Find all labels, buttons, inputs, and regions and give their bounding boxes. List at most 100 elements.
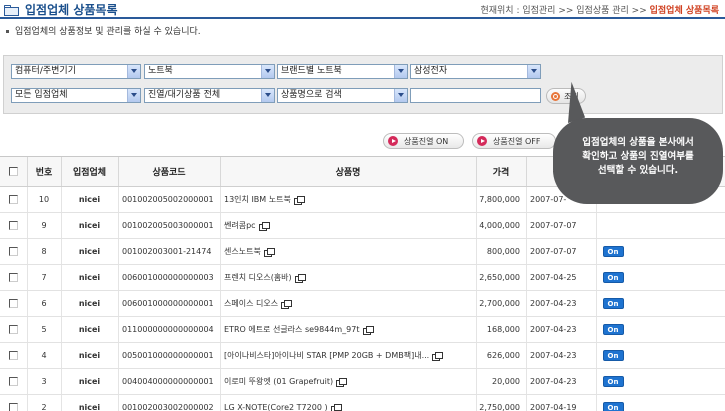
cell-code: 005001000000000001	[122, 351, 214, 360]
bullet-icon	[6, 30, 9, 33]
tooltip-line3: 선택할 수 있습니다.	[597, 165, 679, 176]
table-row: 5 nicei 011000000000000004 ETRO 에트로 선글라스 se…	[0, 317, 725, 343]
cell-code: 006001000000000003	[122, 273, 214, 282]
cell-price: 7,800,000	[479, 195, 520, 204]
chevron-down-icon[interactable]	[261, 65, 274, 78]
chevron-down-icon[interactable]	[527, 65, 540, 78]
cell-price: 626,000	[486, 351, 520, 360]
new-window-icon[interactable]	[362, 325, 374, 335]
row-checkbox-cell	[0, 239, 27, 264]
product-name-link[interactable]: 센스노트북	[224, 246, 261, 257]
chevron-down-icon[interactable]	[127, 65, 140, 78]
category2-select[interactable]: 노트북	[144, 64, 275, 79]
page-title: 입점업체 상품목록	[25, 3, 118, 17]
display-status-value: 진열/대기상품 전체	[148, 90, 221, 100]
row-checkbox[interactable]	[9, 299, 18, 308]
cell-date: 2007-07-07	[530, 221, 577, 230]
cell-code: 011000000000000004	[122, 325, 214, 334]
row-checkbox[interactable]	[9, 221, 18, 230]
new-window-icon[interactable]	[336, 377, 348, 387]
cell-vendor: nicei	[78, 221, 101, 230]
row-checkbox-cell	[0, 395, 27, 411]
table-row: 3 nicei 004004000000000001 이로미 뚜왕엣 (01 Grap…	[0, 369, 725, 395]
category4-select[interactable]: 삼성전자	[410, 64, 541, 79]
cell-no: 5	[41, 325, 47, 334]
row-checkbox[interactable]	[9, 195, 18, 204]
display-on-badge[interactable]: On	[602, 298, 624, 309]
row-checkbox[interactable]	[9, 273, 18, 282]
category1-value: 컴퓨터/주변기기	[15, 66, 76, 76]
display-on-badge[interactable]: On	[602, 324, 624, 335]
cell-date: 2007-04-23	[530, 325, 577, 334]
chevron-down-icon[interactable]	[127, 89, 140, 102]
header-checkbox-cell	[0, 157, 27, 186]
product-name-cell: ETRO 에트로 선글라스 se9844m_97t	[220, 317, 476, 342]
display-on-button[interactable]: 상품진열 ON	[383, 133, 464, 149]
row-checkbox[interactable]	[9, 351, 18, 360]
cell-date: 2007-07-07	[530, 247, 577, 256]
page-description: 입점업체의 상품정보 및 관리를 하실 수 있습니다.	[6, 24, 201, 37]
display-off-button[interactable]: 상품진열 OFF	[472, 133, 556, 149]
new-window-icon[interactable]	[294, 273, 306, 283]
new-window-icon[interactable]	[432, 351, 444, 361]
chevron-down-icon[interactable]	[394, 89, 407, 102]
play-icon	[388, 136, 398, 146]
cell-vendor: nicei	[78, 195, 101, 204]
search-input[interactable]	[410, 88, 541, 103]
product-name-link[interactable]: ETRO 에트로 선글라스 se9844m_97t	[224, 324, 360, 335]
row-checkbox[interactable]	[9, 325, 18, 334]
new-window-icon[interactable]	[281, 299, 293, 309]
new-window-icon[interactable]	[258, 221, 270, 231]
cell-date: 2007-04-25	[530, 273, 577, 282]
cell-code: 006001000000000001	[122, 299, 214, 308]
new-window-icon[interactable]	[330, 403, 342, 411]
cell-no: 2	[41, 403, 47, 411]
display-status-select[interactable]: 진열/대기상품 전체	[144, 88, 275, 103]
status-cell: On	[596, 369, 630, 394]
header-no: 번호	[35, 168, 53, 178]
product-name-link[interactable]: 13인치 IBM 노트북	[224, 194, 291, 205]
product-name-link[interactable]: 스페이스 디오스	[224, 298, 278, 309]
new-window-icon[interactable]	[293, 195, 305, 205]
cell-code: 001002003001-21474	[122, 247, 212, 256]
chevron-down-icon[interactable]	[394, 65, 407, 78]
display-on-badge[interactable]: On	[602, 376, 624, 387]
category3-value: 브랜드별 노트북	[281, 66, 342, 76]
product-name-link[interactable]: 이로미 뚜왕엣 (01 Grapefruit)	[224, 376, 333, 387]
folder-icon	[4, 4, 20, 16]
category1-select[interactable]: 컴퓨터/주변기기	[11, 64, 141, 79]
select-all-checkbox[interactable]	[9, 167, 18, 176]
filter-panel: 컴퓨터/주변기기 노트북 브랜드별 노트북 삼성전자 모든 입점업체 진열/대기…	[3, 55, 723, 114]
product-name-cell: 센스노트북	[220, 239, 476, 264]
category3-select[interactable]: 브랜드별 노트북	[277, 64, 408, 79]
product-name-cell: [아이나비스타]아이나비 STAR [PMP 20GB + DMB팩]내...	[220, 343, 476, 368]
cell-date: 2007-04-23	[530, 377, 577, 386]
display-on-badge[interactable]: On	[602, 272, 624, 283]
cell-vendor: nicei	[78, 403, 101, 411]
display-on-badge[interactable]: On	[602, 246, 624, 257]
chevron-down-icon[interactable]	[261, 89, 274, 102]
title-wrap: 입점업체 상품목록	[4, 1, 118, 18]
cell-no: 3	[41, 377, 47, 386]
product-name-cell: 13인치 IBM 노트북	[220, 187, 476, 212]
cell-vendor: nicei	[78, 247, 101, 256]
product-name-link[interactable]: [아이나비스타]아이나비 STAR [PMP 20GB + DMB팩]내...	[224, 350, 429, 361]
search-field-select[interactable]: 상품명으로 검색	[277, 88, 408, 103]
row-checkbox[interactable]	[9, 377, 18, 386]
cell-code: 001002005003000001	[122, 221, 214, 230]
row-checkbox-cell	[0, 369, 27, 394]
breadcrumb-path: 현재위치 : 입점관리 >> 입점상품 관리 >>	[480, 6, 650, 16]
product-name-link[interactable]: 쎈려콤pc	[224, 220, 256, 231]
product-name-link[interactable]: 프렌치 디오스(홈바)	[224, 272, 292, 283]
display-on-badge[interactable]: On	[602, 402, 624, 411]
new-window-icon[interactable]	[263, 247, 275, 257]
vendor-select[interactable]: 모든 입점업체	[11, 88, 141, 103]
status-cell: On	[596, 395, 630, 411]
display-on-badge[interactable]: On	[602, 350, 624, 361]
cell-code: 001002005002000001	[122, 195, 214, 204]
row-checkbox[interactable]	[9, 247, 18, 256]
product-name-link[interactable]: LG X-NOTE(Core2 T7200 )	[224, 403, 328, 411]
row-checkbox[interactable]	[9, 403, 18, 411]
cell-price: 4,000,000	[479, 221, 520, 230]
product-name-cell: 쎈려콤pc	[220, 213, 476, 238]
